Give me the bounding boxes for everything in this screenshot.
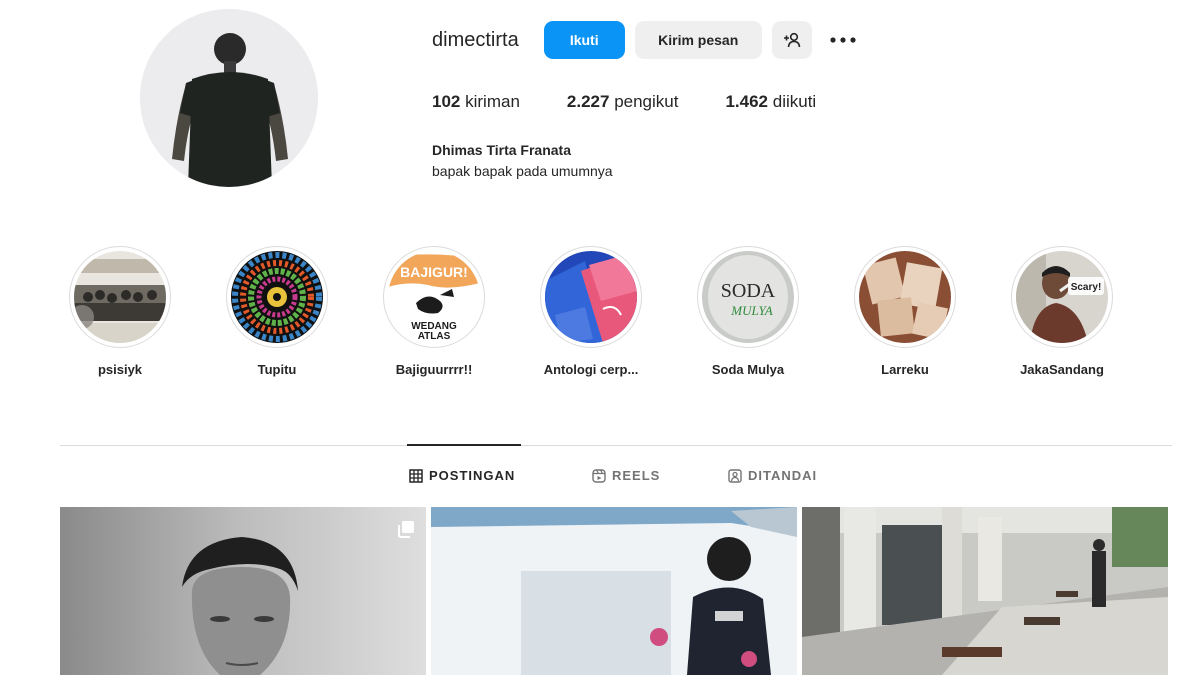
tab-divider bbox=[60, 445, 1172, 446]
highlight-cover bbox=[540, 246, 642, 348]
stat-value: 102 bbox=[432, 92, 461, 111]
more-options-button[interactable] bbox=[828, 21, 858, 59]
highlight-cover-image bbox=[545, 251, 637, 343]
tab-active-indicator bbox=[407, 444, 521, 446]
profile-full-name: Dhimas Tirta Franata bbox=[432, 142, 572, 158]
profile-avatar[interactable] bbox=[140, 9, 318, 187]
highlight-cover-image bbox=[231, 251, 323, 343]
highlight-cover-image: BAJIGUR! WEDANG ATLAS bbox=[388, 251, 480, 343]
highlight-cover: Scary! bbox=[1011, 246, 1113, 348]
username: dimectirta bbox=[432, 28, 519, 51]
highlight-cover bbox=[226, 246, 328, 348]
highlight-cover: SODA MULYA bbox=[697, 246, 799, 348]
add-person-icon bbox=[783, 32, 800, 48]
highlight-label: psisiyk bbox=[97, 362, 143, 377]
tab-label: DITANDAI bbox=[748, 468, 818, 483]
profile-stats: 102 kiriman 2.227 pengikut 1.462 diikuti bbox=[432, 92, 863, 112]
highlight-soda-mulya[interactable]: SODA MULYA Soda Mulya bbox=[668, 246, 828, 377]
followers-count[interactable]: 2.227 pengikut bbox=[567, 92, 679, 112]
posts-count: 102 kiriman bbox=[432, 92, 520, 112]
highlight-larreku[interactable]: Larreku bbox=[825, 246, 985, 377]
highlight-cover-image: SODA MULYA bbox=[702, 251, 794, 343]
stat-label: diikuti bbox=[772, 92, 817, 111]
cover-text: ATLAS bbox=[418, 331, 451, 342]
suggest-accounts-button[interactable] bbox=[771, 21, 812, 59]
stat-value: 1.462 bbox=[725, 92, 769, 111]
post-image bbox=[802, 507, 1168, 675]
stat-label: pengikut bbox=[614, 92, 679, 111]
following-count[interactable]: 1.462 diikuti bbox=[725, 92, 816, 112]
post-image bbox=[60, 507, 426, 675]
tab-label: REELS bbox=[612, 468, 661, 483]
profile-bio: bapak bapak pada umumnya bbox=[432, 163, 613, 179]
cover-text: SODA bbox=[721, 280, 776, 302]
highlight-bajiguurrrr[interactable]: BAJIGUR! WEDANG ATLAS Bajiguurrrr!! bbox=[354, 246, 514, 377]
highlight-jakasandang[interactable]: Scary! JakaSandang bbox=[982, 246, 1142, 377]
post-thumbnail[interactable] bbox=[431, 507, 797, 675]
tab-label: POSTINGAN bbox=[429, 468, 516, 483]
highlight-label: Bajiguurrrr!! bbox=[395, 362, 473, 377]
cover-text: BAJIGUR! bbox=[400, 264, 468, 280]
highlight-label: Larreku bbox=[881, 362, 929, 377]
send-message-button[interactable]: Kirim pesan bbox=[634, 21, 762, 59]
stat-value: 2.227 bbox=[566, 92, 610, 111]
highlight-cover-image bbox=[859, 251, 951, 343]
highlight-label: Soda Mulya bbox=[711, 362, 785, 377]
highlight-antologi[interactable]: Antologi cerp... bbox=[511, 246, 671, 377]
cover-text: MULYA bbox=[730, 303, 773, 318]
highlight-psisiyk[interactable]: psisiyk bbox=[40, 246, 200, 377]
highlight-tupitu[interactable]: Tupitu bbox=[197, 246, 357, 377]
stat-label: kiriman bbox=[465, 92, 520, 111]
highlight-cover-image bbox=[74, 251, 166, 343]
highlight-label: Tupitu bbox=[257, 362, 297, 377]
post-thumbnail[interactable] bbox=[60, 507, 426, 675]
cover-text: Scary! bbox=[1071, 282, 1102, 293]
follow-button[interactable]: Ikuti bbox=[543, 21, 625, 59]
highlight-cover bbox=[69, 246, 171, 348]
grid-icon bbox=[409, 468, 423, 483]
tagged-icon bbox=[728, 468, 742, 483]
post-image bbox=[431, 507, 797, 675]
highlight-label: JakaSandang bbox=[1020, 362, 1104, 377]
multiple-posts-icon bbox=[398, 521, 414, 538]
highlight-cover-image: Scary! bbox=[1016, 251, 1108, 343]
more-horizontal-icon bbox=[830, 37, 856, 43]
reels-icon bbox=[592, 468, 606, 483]
tab-posts[interactable]: POSTINGAN bbox=[409, 468, 515, 483]
avatar-image bbox=[140, 9, 318, 187]
post-thumbnail[interactable] bbox=[802, 507, 1168, 675]
highlight-cover: BAJIGUR! WEDANG ATLAS bbox=[383, 246, 485, 348]
profile-top-row: dimectirta Ikuti Kirim pesan bbox=[432, 21, 858, 59]
tab-reels[interactable]: REELS bbox=[592, 468, 660, 483]
highlight-label: Antologi cerp... bbox=[543, 362, 639, 377]
highlight-cover bbox=[854, 246, 956, 348]
tab-tagged[interactable]: DITANDAI bbox=[728, 468, 817, 483]
